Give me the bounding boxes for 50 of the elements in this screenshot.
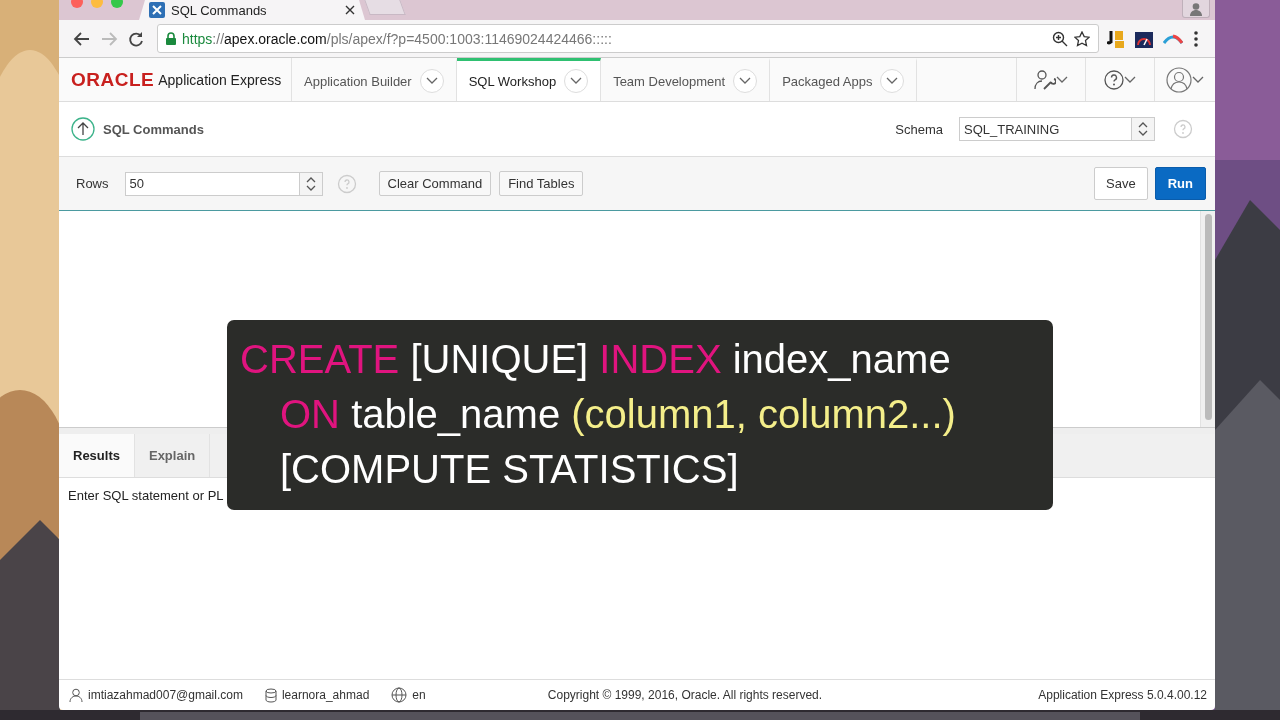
up-down-icon: [305, 175, 316, 192]
rows-select[interactable]: 50: [124, 171, 323, 196]
chevron-icon: [1192, 75, 1204, 84]
user-email: imtiazahmad007@gmail.com: [88, 688, 243, 702]
workspace-name: learnora_ahmad: [281, 688, 370, 702]
language-link[interactable]: en: [412, 688, 426, 702]
schema-select[interactable]: SQL_TRAINING: [959, 117, 1155, 141]
apex-tab-icon: [149, 2, 165, 18]
menu-icon[interactable]: [1193, 29, 1199, 48]
code-line: [COMPUTE STATISTICS]: [279, 446, 740, 493]
close-icon[interactable]: [345, 5, 355, 15]
lock-icon: [166, 32, 176, 45]
version-text: Application Express 5.0.4.00.12: [1038, 688, 1207, 702]
code-line: ON table_name (column1, column2...): [279, 391, 957, 438]
chevron-icon: [1124, 75, 1136, 84]
person-wrench-icon: [1034, 68, 1056, 91]
result-tab[interactable]: Results: [59, 434, 135, 477]
user-icon: [69, 688, 83, 702]
product-name: Application Express: [158, 71, 282, 88]
tab-title: SQL Commands: [171, 2, 268, 18]
toolbar-button[interactable]: Clear Command: [378, 171, 492, 196]
person-icon: [1189, 1, 1203, 16]
copyright-text: Copyright © 1999, 2016, Oracle. All rights reserved.: [546, 688, 824, 702]
chevron-icon: [1056, 75, 1068, 84]
result-tab[interactable]: Explain: [134, 434, 211, 477]
nav-tab[interactable]: Team Development: [601, 58, 771, 101]
up-down-icon: [1138, 121, 1148, 137]
schema-label: Schema: [895, 121, 943, 137]
zoom-icon[interactable]: [1052, 30, 1068, 47]
extension-icon[interactable]: [1107, 28, 1125, 49]
oracle-logo[interactable]: ORACLE: [71, 68, 155, 91]
star-icon[interactable]: [1074, 30, 1090, 47]
scrollbar-thumb[interactable]: [1204, 214, 1212, 420]
nav-tab[interactable]: Packaged Apps: [770, 58, 918, 101]
rows-label: Rows: [76, 176, 109, 191]
address-bar[interactable]: https://apex.oracle.com/pls/apex/f?p=4500:1003:11469024424466:::::: [157, 24, 1099, 53]
toolbar-button[interactable]: Save: [1094, 167, 1148, 200]
globe-icon: [391, 687, 408, 703]
code-line: CREATE [UNIQUE] INDEX index_name: [240, 336, 952, 383]
nav-tab[interactable]: SQL Workshop: [456, 58, 602, 101]
help-icon: [1104, 69, 1124, 90]
profile-button[interactable]: [1182, 0, 1210, 18]
avatar-icon: [1166, 66, 1192, 93]
page-title: SQL Commands: [103, 121, 205, 137]
run-button[interactable]: Run: [1154, 167, 1206, 200]
nav-tab[interactable]: Application Builder: [292, 58, 457, 101]
toolbar-button[interactable]: Find Tables: [499, 171, 584, 196]
results-message: Enter SQL statement or PL: [67, 487, 225, 505]
browser-tab[interactable]: SQL Commands: [139, 0, 365, 20]
database-icon: [264, 687, 277, 703]
